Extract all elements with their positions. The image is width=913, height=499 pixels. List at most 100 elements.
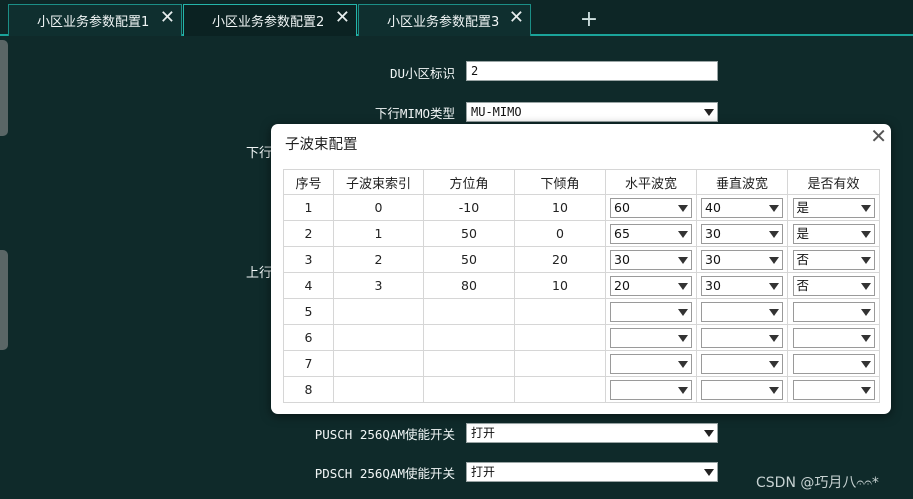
- v-width-select[interactable]: [701, 301, 783, 322]
- chevron-down-icon: [860, 230, 871, 238]
- valid-select[interactable]: [792, 379, 875, 400]
- chevron-down-icon: [860, 386, 871, 394]
- valid-select[interactable]: [792, 327, 875, 348]
- tab-cell-config-1[interactable]: 小区业务参数配置1 ✕: [8, 4, 182, 36]
- tilt-cell[interactable]: 20: [514, 246, 606, 273]
- h-width-select[interactable]: 20: [610, 275, 692, 296]
- chevron-down-icon: [678, 334, 688, 342]
- tilt-cell[interactable]: 10: [514, 272, 606, 299]
- azimuth-cell[interactable]: -10: [423, 194, 515, 221]
- h-width-select-cell: [605, 324, 697, 351]
- azimuth-cell[interactable]: [423, 376, 515, 403]
- select-value: 是: [796, 225, 810, 241]
- v-width-select[interactable]: 30: [701, 249, 783, 270]
- h-width-select-cell: 60: [605, 194, 697, 221]
- tilt-cell[interactable]: 0: [514, 220, 606, 247]
- table-row: 1 0 -10 10 60 40 是: [283, 194, 880, 221]
- h-width-select-cell: 20: [605, 272, 697, 299]
- v-width-select[interactable]: [701, 327, 783, 348]
- sub-beam-table: 序号 子波束索引 方位角 下倾角 水平波宽 垂直波宽 是否有效 1 0 -10 10 6…: [283, 169, 880, 403]
- azimuth-cell[interactable]: 50: [423, 220, 515, 247]
- azimuth-cell[interactable]: 80: [423, 272, 515, 299]
- h-width-select[interactable]: [610, 379, 692, 400]
- tilt-cell[interactable]: [514, 376, 606, 403]
- valid-select[interactable]: 否: [792, 275, 875, 296]
- v-width-select-cell: 40: [696, 194, 788, 221]
- beam-index-cell[interactable]: [333, 376, 424, 403]
- v-width-select[interactable]: 40: [701, 197, 783, 218]
- azimuth-cell[interactable]: 50: [423, 246, 515, 273]
- chevron-down-icon: [678, 230, 688, 238]
- dl-partial-label: 下行: [246, 146, 273, 161]
- select-value: 60: [614, 199, 630, 215]
- close-icon[interactable]: ✕: [509, 9, 524, 27]
- tilt-cell[interactable]: 10: [514, 194, 606, 221]
- select-value: 是: [796, 199, 810, 215]
- seq-cell: 5: [283, 298, 334, 325]
- v-width-select[interactable]: 30: [701, 275, 783, 296]
- table-row: 3 2 50 20 30 30 否: [283, 246, 880, 273]
- valid-select[interactable]: 是: [792, 197, 875, 218]
- chevron-down-icon: [769, 282, 779, 290]
- valid-select-cell: [787, 298, 880, 325]
- beam-index-cell[interactable]: 2: [333, 246, 424, 273]
- pusch-256qam-select[interactable]: 打开: [466, 423, 718, 443]
- tab-cell-config-3[interactable]: 小区业务参数配置3 ✕: [358, 4, 531, 36]
- close-icon[interactable]: ✕: [870, 124, 887, 148]
- add-tab-icon[interactable]: +: [577, 8, 601, 32]
- beam-index-cell[interactable]: 1: [333, 220, 424, 247]
- azimuth-cell[interactable]: [423, 350, 515, 377]
- h-width-select[interactable]: 60: [610, 197, 692, 218]
- chevron-down-icon: [704, 430, 714, 437]
- h-width-select[interactable]: [610, 353, 692, 374]
- valid-select[interactable]: 否: [792, 249, 875, 270]
- dl-mimo-type-value: MU-MIMO: [471, 105, 522, 119]
- beam-index-cell[interactable]: [333, 298, 424, 325]
- valid-select-cell: [787, 324, 880, 351]
- valid-select-cell: 否: [787, 246, 880, 273]
- select-value: 30: [705, 225, 721, 241]
- tab-cell-config-2[interactable]: 小区业务参数配置2 ✕: [183, 4, 357, 36]
- h-width-select-cell: [605, 298, 697, 325]
- v-width-select[interactable]: 30: [701, 223, 783, 244]
- column-header: 方位角: [423, 169, 515, 195]
- close-icon[interactable]: ✕: [335, 9, 350, 27]
- v-width-select[interactable]: [701, 353, 783, 374]
- azimuth-cell[interactable]: [423, 324, 515, 351]
- seq-cell: 1: [283, 194, 334, 221]
- seq-cell: 3: [283, 246, 334, 273]
- tilt-cell[interactable]: [514, 324, 606, 351]
- valid-select[interactable]: [792, 301, 875, 322]
- dl-mimo-type-select[interactable]: MU-MIMO: [466, 102, 718, 122]
- h-width-select[interactable]: 30: [610, 249, 692, 270]
- pdsch-256qam-select[interactable]: 打开: [466, 462, 718, 482]
- valid-select[interactable]: [792, 353, 875, 374]
- valid-select[interactable]: 是: [792, 223, 875, 244]
- v-width-select-cell: 30: [696, 272, 788, 299]
- v-width-select-cell: [696, 324, 788, 351]
- azimuth-cell[interactable]: [423, 298, 515, 325]
- chevron-down-icon: [678, 360, 688, 368]
- h-width-select[interactable]: 65: [610, 223, 692, 244]
- seq-cell: 7: [283, 350, 334, 377]
- chevron-down-icon: [678, 256, 688, 264]
- v-width-select[interactable]: [701, 379, 783, 400]
- tilt-cell[interactable]: [514, 350, 606, 377]
- left-scroll-handle[interactable]: [0, 250, 8, 350]
- select-value: 否: [796, 251, 810, 267]
- beam-index-cell[interactable]: 0: [333, 194, 424, 221]
- h-width-select[interactable]: [610, 301, 692, 322]
- close-icon[interactable]: ✕: [160, 9, 175, 27]
- beam-index-cell[interactable]: 3: [333, 272, 424, 299]
- left-scroll-handle[interactable]: [0, 40, 8, 136]
- beam-index-cell[interactable]: [333, 324, 424, 351]
- h-width-select[interactable]: [610, 327, 692, 348]
- valid-select-cell: 是: [787, 194, 880, 221]
- chevron-down-icon: [678, 282, 688, 290]
- v-width-select-cell: [696, 350, 788, 377]
- du-cell-id-input[interactable]: 2: [466, 61, 718, 81]
- beam-index-cell[interactable]: [333, 350, 424, 377]
- column-header: 水平波宽: [605, 169, 697, 195]
- table-row: 5: [283, 298, 880, 325]
- tilt-cell[interactable]: [514, 298, 606, 325]
